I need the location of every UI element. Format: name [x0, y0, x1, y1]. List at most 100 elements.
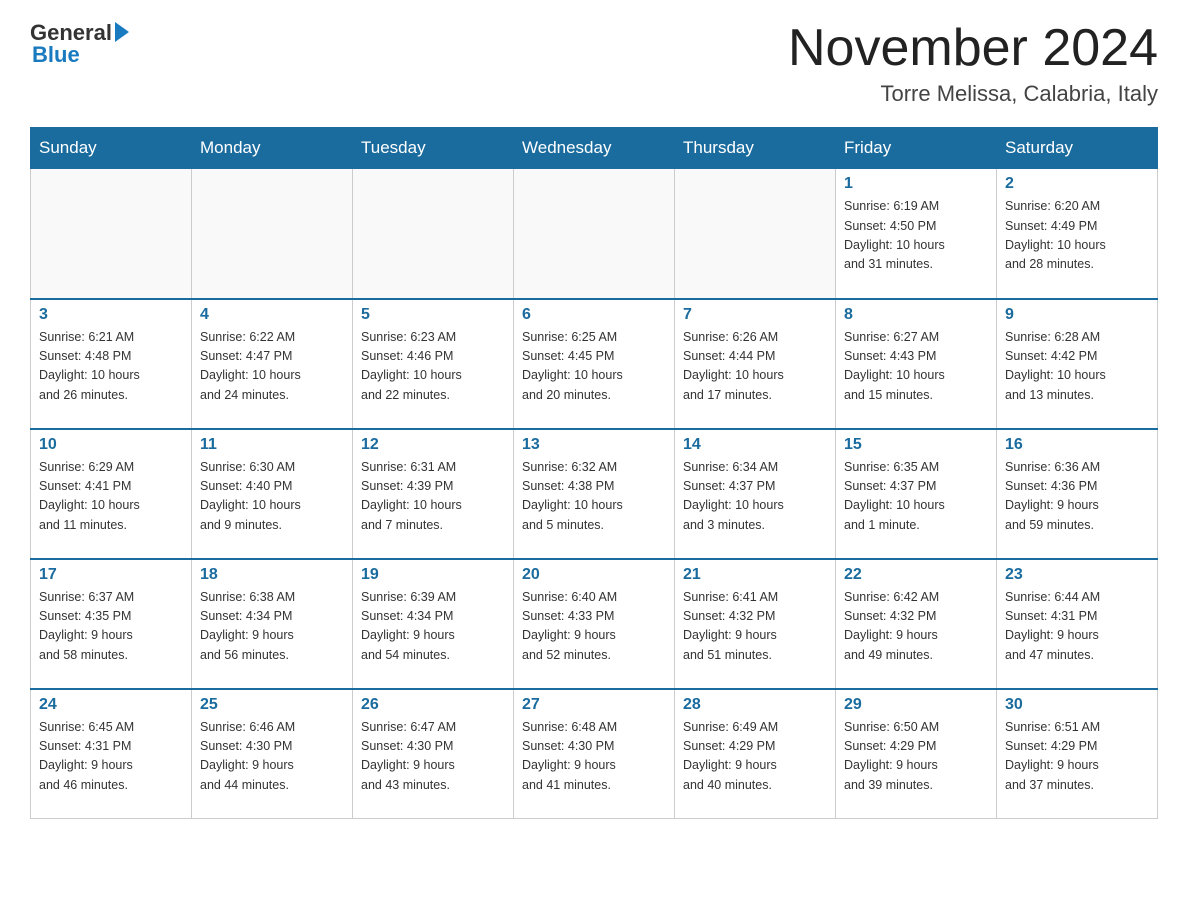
- day-info: Sunrise: 6:20 AM Sunset: 4:49 PM Dayligh…: [1005, 197, 1149, 275]
- day-number: 26: [361, 696, 505, 714]
- header-thursday: Thursday: [675, 128, 836, 169]
- logo: General Blue: [30, 20, 129, 68]
- logo-arrow: [115, 22, 129, 42]
- day-number: 14: [683, 436, 827, 454]
- header: General Blue November 2024 Torre Melissa…: [30, 20, 1158, 107]
- calendar-week-row: 1Sunrise: 6:19 AM Sunset: 4:50 PM Daylig…: [31, 169, 1158, 299]
- day-number: 22: [844, 566, 988, 584]
- calendar-cell: 3 Sunrise: 6:21 AM Sunset: 4:48 PM Daylig…: [31, 299, 192, 429]
- day-number: 21: [683, 566, 827, 584]
- calendar-subtitle: Torre Melissa, Calabria, Italy: [788, 81, 1158, 107]
- day-number: 2: [1005, 175, 1149, 193]
- calendar-cell: 20Sunrise: 6:40 AM Sunset: 4:33 PM Dayli…: [514, 559, 675, 689]
- day-info: Sunrise: 6:25 AM Sunset: 4:45 PM Dayligh…: [522, 328, 666, 406]
- calendar-cell: 28Sunrise: 6:49 AM Sunset: 4:29 PM Dayli…: [675, 689, 836, 819]
- day-number: 11: [200, 436, 344, 454]
- calendar-cell: 2 Sunrise: 6:20 AM Sunset: 4:49 PM Daylig…: [997, 169, 1158, 299]
- day-info: Sunrise: 6:46 AM Sunset: 4:30 PM Dayligh…: [200, 718, 344, 796]
- day-number: 19: [361, 566, 505, 584]
- calendar-cell: 30Sunrise: 6:51 AM Sunset: 4:29 PM Dayli…: [997, 689, 1158, 819]
- day-number: 6: [522, 306, 666, 324]
- day-number: 5: [361, 306, 505, 324]
- day-info: Sunrise: 6:51 AM Sunset: 4:29 PM Dayligh…: [1005, 718, 1149, 796]
- calendar-cell: 8 Sunrise: 6:27 AM Sunset: 4:43 PM Daylig…: [836, 299, 997, 429]
- day-info: Sunrise: 6:41 AM Sunset: 4:32 PM Dayligh…: [683, 588, 827, 666]
- day-info: Sunrise: 6:38 AM Sunset: 4:34 PM Dayligh…: [200, 588, 344, 666]
- day-number: 25: [200, 696, 344, 714]
- title-block: November 2024 Torre Melissa, Calabria, I…: [788, 20, 1158, 107]
- day-number: 15: [844, 436, 988, 454]
- calendar-week-row: 24 Sunrise: 6:45 AM Sunset: 4:31 PM Dayli…: [31, 689, 1158, 819]
- header-sunday: Sunday: [31, 128, 192, 169]
- calendar-cell: [192, 169, 353, 299]
- calendar-cell: 24 Sunrise: 6:45 AM Sunset: 4:31 PM Dayli…: [31, 689, 192, 819]
- calendar-week-row: 3 Sunrise: 6:21 AM Sunset: 4:48 PM Daylig…: [31, 299, 1158, 429]
- calendar-cell: 26 Sunrise: 6:47 AM Sunset: 4:30 PM Dayli…: [353, 689, 514, 819]
- calendar-cell: 22 Sunrise: 6:42 AM Sunset: 4:32 PM Dayli…: [836, 559, 997, 689]
- day-number: 8: [844, 306, 988, 324]
- day-number: 4: [200, 306, 344, 324]
- calendar-cell: 23 Sunrise: 6:44 AM Sunset: 4:31 PM Dayli…: [997, 559, 1158, 689]
- calendar-cell: 29Sunrise: 6:50 AM Sunset: 4:29 PM Dayli…: [836, 689, 997, 819]
- day-info: Sunrise: 6:31 AM Sunset: 4:39 PM Dayligh…: [361, 458, 505, 536]
- day-number: 28: [683, 696, 827, 714]
- day-number: 3: [39, 306, 183, 324]
- day-number: 27: [522, 696, 666, 714]
- calendar-cell: 25 Sunrise: 6:46 AM Sunset: 4:30 PM Dayli…: [192, 689, 353, 819]
- day-info: Sunrise: 6:22 AM Sunset: 4:47 PM Dayligh…: [200, 328, 344, 406]
- day-number: 12: [361, 436, 505, 454]
- calendar-table: Sunday Monday Tuesday Wednesday Thursday…: [30, 127, 1158, 819]
- day-info: Sunrise: 6:23 AM Sunset: 4:46 PM Dayligh…: [361, 328, 505, 406]
- header-tuesday: Tuesday: [353, 128, 514, 169]
- calendar-title: November 2024: [788, 20, 1158, 77]
- calendar-cell: 27 Sunrise: 6:48 AM Sunset: 4:30 PM Dayli…: [514, 689, 675, 819]
- day-number: 16: [1005, 436, 1149, 454]
- day-number: 9: [1005, 306, 1149, 324]
- day-info: Sunrise: 6:45 AM Sunset: 4:31 PM Dayligh…: [39, 718, 183, 796]
- calendar-cell: 21 Sunrise: 6:41 AM Sunset: 4:32 PM Dayli…: [675, 559, 836, 689]
- day-info: Sunrise: 6:35 AM Sunset: 4:37 PM Dayligh…: [844, 458, 988, 536]
- day-info: Sunrise: 6:30 AM Sunset: 4:40 PM Dayligh…: [200, 458, 344, 536]
- day-info: Sunrise: 6:21 AM Sunset: 4:48 PM Dayligh…: [39, 328, 183, 406]
- calendar-cell: 7 Sunrise: 6:26 AM Sunset: 4:44 PM Daylig…: [675, 299, 836, 429]
- calendar-cell: 4 Sunrise: 6:22 AM Sunset: 4:47 PM Daylig…: [192, 299, 353, 429]
- day-info: Sunrise: 6:48 AM Sunset: 4:30 PM Dayligh…: [522, 718, 666, 796]
- calendar-week-row: 10Sunrise: 6:29 AM Sunset: 4:41 PM Dayli…: [31, 429, 1158, 559]
- day-number: 23: [1005, 566, 1149, 584]
- day-info: Sunrise: 6:47 AM Sunset: 4:30 PM Dayligh…: [361, 718, 505, 796]
- calendar-cell: 9 Sunrise: 6:28 AM Sunset: 4:42 PM Daylig…: [997, 299, 1158, 429]
- day-info: Sunrise: 6:34 AM Sunset: 4:37 PM Dayligh…: [683, 458, 827, 536]
- day-info: Sunrise: 6:29 AM Sunset: 4:41 PM Dayligh…: [39, 458, 183, 536]
- calendar-cell: 5 Sunrise: 6:23 AM Sunset: 4:46 PM Daylig…: [353, 299, 514, 429]
- logo-blue: Blue: [30, 42, 80, 68]
- calendar-cell: 10Sunrise: 6:29 AM Sunset: 4:41 PM Dayli…: [31, 429, 192, 559]
- calendar-cell: 12 Sunrise: 6:31 AM Sunset: 4:39 PM Dayli…: [353, 429, 514, 559]
- calendar-cell: 19 Sunrise: 6:39 AM Sunset: 4:34 PM Dayli…: [353, 559, 514, 689]
- day-number: 24: [39, 696, 183, 714]
- calendar-cell: 16 Sunrise: 6:36 AM Sunset: 4:36 PM Dayli…: [997, 429, 1158, 559]
- calendar-cell: [353, 169, 514, 299]
- header-friday: Friday: [836, 128, 997, 169]
- day-number: 7: [683, 306, 827, 324]
- page: General Blue November 2024 Torre Melissa…: [0, 0, 1188, 839]
- day-info: Sunrise: 6:42 AM Sunset: 4:32 PM Dayligh…: [844, 588, 988, 666]
- weekday-header-row: Sunday Monday Tuesday Wednesday Thursday…: [31, 128, 1158, 169]
- calendar-cell: 1Sunrise: 6:19 AM Sunset: 4:50 PM Daylig…: [836, 169, 997, 299]
- calendar-week-row: 17Sunrise: 6:37 AM Sunset: 4:35 PM Dayli…: [31, 559, 1158, 689]
- day-info: Sunrise: 6:39 AM Sunset: 4:34 PM Dayligh…: [361, 588, 505, 666]
- calendar-cell: 18Sunrise: 6:38 AM Sunset: 4:34 PM Dayli…: [192, 559, 353, 689]
- day-number: 17: [39, 566, 183, 584]
- day-info: Sunrise: 6:36 AM Sunset: 4:36 PM Dayligh…: [1005, 458, 1149, 536]
- day-number: 1: [844, 175, 988, 193]
- day-info: Sunrise: 6:26 AM Sunset: 4:44 PM Dayligh…: [683, 328, 827, 406]
- calendar-cell: 17Sunrise: 6:37 AM Sunset: 4:35 PM Dayli…: [31, 559, 192, 689]
- calendar-cell: [31, 169, 192, 299]
- calendar-cell: [675, 169, 836, 299]
- day-number: 29: [844, 696, 988, 714]
- calendar-cell: 11 Sunrise: 6:30 AM Sunset: 4:40 PM Dayli…: [192, 429, 353, 559]
- day-info: Sunrise: 6:44 AM Sunset: 4:31 PM Dayligh…: [1005, 588, 1149, 666]
- day-info: Sunrise: 6:27 AM Sunset: 4:43 PM Dayligh…: [844, 328, 988, 406]
- calendar-cell: 13Sunrise: 6:32 AM Sunset: 4:38 PM Dayli…: [514, 429, 675, 559]
- day-info: Sunrise: 6:28 AM Sunset: 4:42 PM Dayligh…: [1005, 328, 1149, 406]
- day-number: 20: [522, 566, 666, 584]
